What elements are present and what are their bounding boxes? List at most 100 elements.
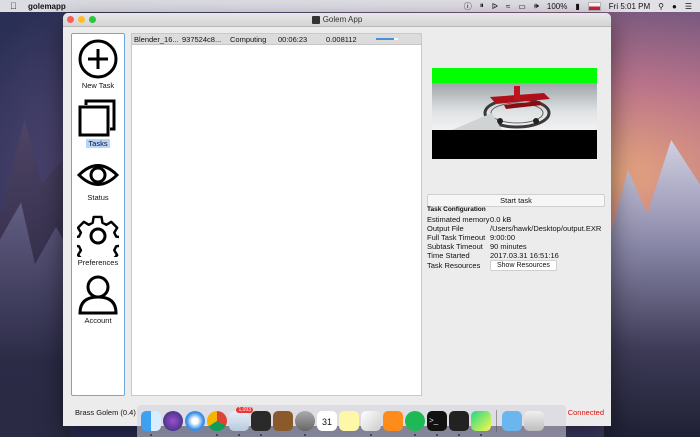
menu-app-name[interactable]: golemapp — [28, 2, 66, 11]
task-list[interactable]: Blender_16... 937524c8... Computing 00:0… — [131, 33, 422, 396]
airplay-icon[interactable]: ▭ — [518, 2, 526, 11]
window-title: Golem App — [322, 15, 363, 24]
info-icon[interactable]: ⓘ — [464, 1, 472, 12]
running-indicator — [150, 434, 152, 436]
task-configuration: Task Configuration Estimated memory 0.0 … — [427, 206, 607, 271]
config-row-full-timeout: Full Task Timeout 9:00:00 — [427, 233, 607, 242]
minimize-button[interactable] — [78, 16, 85, 23]
render-preview — [432, 68, 597, 159]
task-id: 937524c8... — [182, 34, 222, 44]
ibooks-icon[interactable] — [383, 411, 403, 431]
nav-new-task-label: New Task — [81, 81, 115, 90]
bluetooth-icon[interactable]: ᐉ — [492, 2, 498, 11]
task-status: Computing — [230, 34, 267, 44]
plus-circle-icon — [78, 39, 118, 79]
eye-icon — [77, 164, 119, 186]
chrome-icon[interactable] — [207, 411, 227, 436]
title-bar[interactable]: Golem App — [63, 13, 611, 27]
config-value: 2017.03.31 16:51:16 — [490, 251, 559, 260]
menu-clock[interactable]: Fri 5:01 PM — [609, 2, 650, 11]
dock-separator — [496, 410, 497, 432]
nav-preferences[interactable]: Preferences — [72, 215, 124, 267]
running-indicator — [260, 434, 262, 436]
task-progress-bar — [376, 38, 398, 40]
battery-percent[interactable]: 100% — [547, 2, 567, 11]
task-progress-fill — [376, 38, 394, 40]
task-cost: 0.008112 — [326, 34, 357, 44]
system-preferences-icon[interactable] — [295, 411, 315, 436]
config-row-time-started: Time Started 2017.03.31 16:51:16 — [427, 251, 607, 260]
config-key: Time Started — [427, 251, 470, 260]
user-menu-icon[interactable]: ● — [672, 2, 677, 11]
window-controls — [67, 16, 96, 23]
calendar-day: 31 — [321, 417, 332, 427]
app-icon — [311, 15, 320, 24]
config-key: Task Resources — [427, 261, 481, 270]
task-name: Blender_16... — [134, 34, 179, 44]
battery-icon[interactable]: ▮ — [575, 2, 579, 11]
config-value: /Users/hawk/Desktop/output.EXR — [490, 224, 602, 233]
nav-status[interactable]: Status — [72, 158, 124, 202]
running-indicator — [480, 434, 482, 436]
task-time: 00:06:23 — [278, 34, 308, 44]
mail-badge: 1,093 — [236, 407, 253, 413]
running-indicator — [414, 434, 416, 436]
running-indicator — [436, 434, 438, 436]
config-key: Output File — [427, 224, 464, 233]
sidebar: New Task Tasks Status Preferences Accoun… — [71, 33, 125, 396]
version-label: Brass Golem (0.4) — [75, 408, 136, 417]
preview-rendered-band — [432, 68, 597, 83]
config-row-subtask-timeout: Subtask Timeout 90 minutes — [427, 242, 607, 251]
config-value: 9:00:00 — [490, 233, 516, 242]
wifi-icon[interactable]: ≈ — [506, 2, 510, 11]
search-icon[interactable]: ⚲ — [658, 2, 664, 11]
trash-icon[interactable] — [524, 411, 544, 431]
siri-icon[interactable] — [163, 411, 183, 431]
config-header: Task Configuration — [427, 206, 486, 213]
golem-icon[interactable] — [449, 411, 469, 436]
config-row-memory: Estimated memory 0.0 kB — [427, 215, 607, 224]
notes-icon[interactable] — [339, 411, 359, 431]
running-indicator — [370, 434, 372, 436]
nav-account[interactable]: Account — [72, 273, 124, 325]
config-row-output-file: Output File /Users/hawk/Desktop/output.E… — [427, 224, 607, 233]
terminal-icon[interactable]: >_ — [427, 411, 447, 436]
pause-icon[interactable]: ⏸ — [480, 1, 484, 11]
zoom-button[interactable] — [89, 16, 96, 23]
show-resources-button[interactable]: Show Resources — [490, 260, 557, 271]
nav-new-task[interactable]: New Task — [72, 38, 124, 90]
nav-tasks[interactable]: Tasks — [72, 96, 124, 148]
notebook-icon[interactable] — [273, 411, 293, 431]
nav-preferences-label: Preferences — [77, 258, 119, 267]
input-source-flag-icon[interactable] — [587, 1, 601, 11]
gear-icon — [77, 215, 119, 257]
config-row-resources: Task Resources Show Resources — [427, 260, 607, 271]
preview-model-image — [452, 86, 551, 130]
menu-status-area: ⓘ ⏸ ᐉ ≈ ▭ 🕪 100% ▮ Fri 5:01 PM ⚲ ● ☰ — [464, 1, 692, 12]
tasks-icon — [78, 99, 116, 137]
close-button[interactable] — [67, 16, 74, 23]
config-value: 90 minutes — [490, 242, 527, 251]
task-row[interactable]: Blender_16... 937524c8... Computing 00:0… — [132, 34, 421, 45]
evernote-icon[interactable] — [251, 411, 271, 436]
volume-icon[interactable]: 🕪 — [534, 1, 539, 11]
running-indicator — [458, 434, 460, 436]
pycharm-icon[interactable] — [471, 411, 491, 436]
preview-unrendered-band — [432, 130, 597, 159]
notification-center-icon[interactable]: ☰ — [685, 2, 692, 11]
finder-icon[interactable] — [141, 411, 161, 436]
running-indicator — [304, 434, 306, 436]
preview-app-icon[interactable] — [361, 411, 381, 436]
running-indicator — [216, 434, 218, 436]
user-icon — [78, 275, 118, 315]
spotify-icon[interactable] — [405, 411, 425, 436]
downloads-folder-icon[interactable] — [502, 411, 522, 431]
golem-window: Golem App New Task Tasks Status Preferen… — [63, 13, 611, 426]
apple-icon[interactable]:  — [10, 1, 22, 11]
safari-icon[interactable] — [185, 411, 205, 431]
nav-tasks-label: Tasks — [86, 139, 110, 148]
mail-icon[interactable]: 1,093 — [229, 407, 253, 436]
calendar-icon[interactable]: 31 — [317, 411, 337, 431]
running-indicator — [238, 434, 240, 436]
nav-status-label: Status — [87, 193, 109, 202]
